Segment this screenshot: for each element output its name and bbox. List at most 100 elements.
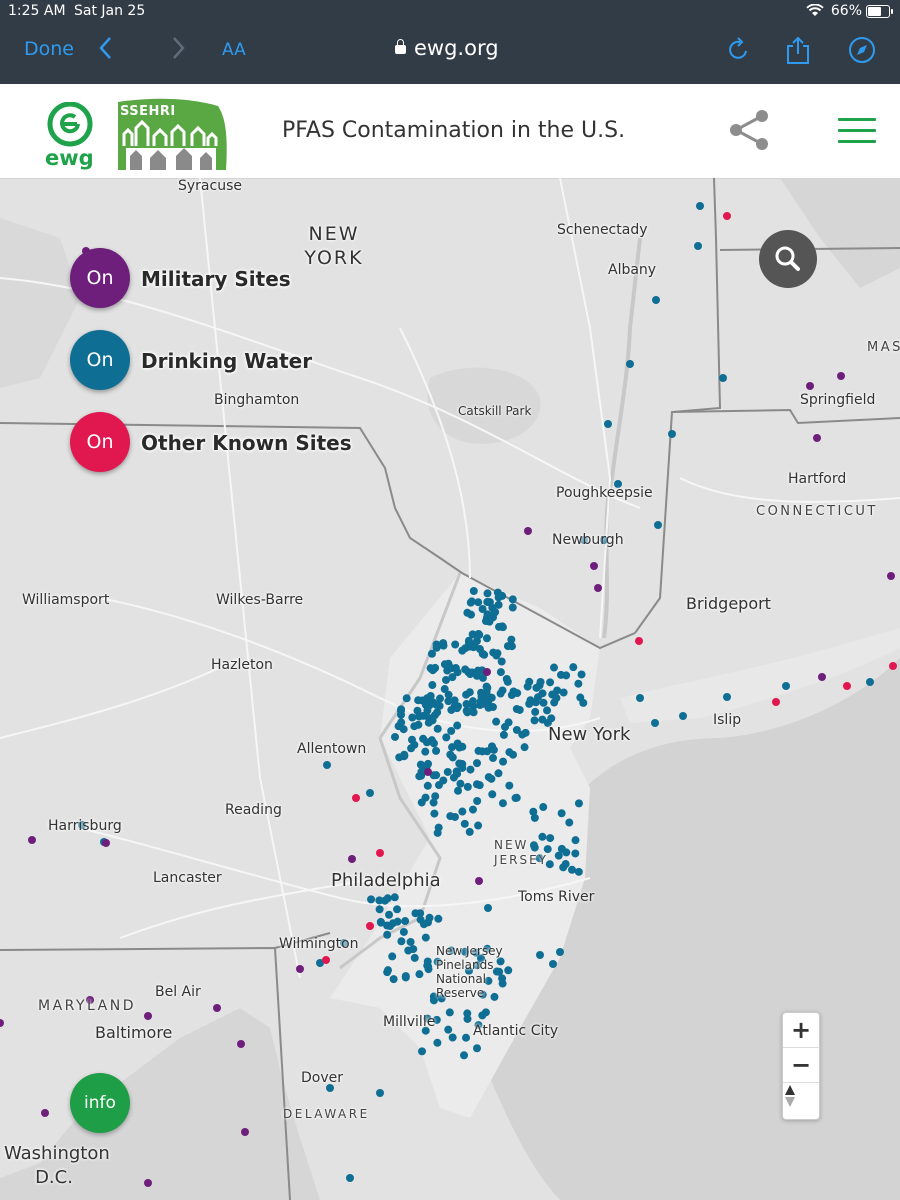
site-marker[interactable] [439, 639, 448, 648]
address-bar[interactable]: ewg.org [395, 36, 499, 60]
site-marker[interactable] [237, 1040, 245, 1048]
site-marker[interactable] [144, 1179, 152, 1187]
site-marker[interactable] [508, 595, 517, 604]
site-marker[interactable] [434, 823, 443, 832]
site-marker[interactable] [696, 202, 704, 210]
map-search-button[interactable] [759, 230, 817, 288]
site-marker[interactable] [554, 851, 563, 860]
site-marker[interactable] [569, 663, 578, 672]
site-marker[interactable] [401, 973, 410, 982]
zoom-in-button[interactable]: + [783, 1013, 819, 1048]
back-icon[interactable] [98, 36, 112, 66]
site-marker[interactable] [474, 598, 483, 607]
site-marker[interactable] [538, 715, 547, 724]
site-marker[interactable] [546, 678, 555, 687]
site-marker[interactable] [496, 668, 505, 677]
site-marker[interactable] [323, 761, 331, 769]
site-marker[interactable] [813, 434, 821, 442]
site-marker[interactable] [576, 693, 585, 702]
site-marker[interactable] [489, 754, 498, 763]
site-marker[interactable] [504, 718, 513, 727]
site-marker[interactable] [480, 650, 489, 659]
site-marker[interactable] [423, 781, 432, 790]
site-marker[interactable] [505, 748, 514, 757]
site-marker[interactable] [433, 724, 442, 733]
site-marker[interactable] [424, 768, 432, 776]
site-marker[interactable] [28, 836, 36, 844]
site-marker[interactable] [562, 671, 571, 680]
site-marker[interactable] [418, 1047, 427, 1056]
site-marker[interactable] [389, 975, 398, 984]
site-markers[interactable] [0, 178, 900, 1200]
site-marker[interactable] [636, 694, 644, 702]
site-marker[interactable] [352, 794, 360, 802]
site-marker[interactable] [472, 759, 481, 768]
site-marker[interactable] [41, 1109, 49, 1117]
site-marker[interactable] [414, 720, 423, 729]
site-marker[interactable] [383, 930, 392, 939]
site-marker[interactable] [432, 643, 441, 652]
site-marker[interactable] [866, 678, 874, 686]
share-icon[interactable] [728, 108, 772, 152]
site-marker[interactable] [499, 730, 508, 739]
site-marker[interactable] [723, 212, 731, 220]
site-marker[interactable] [423, 961, 432, 970]
site-marker[interactable] [626, 360, 634, 368]
site-marker[interactable] [391, 732, 400, 741]
site-marker[interactable] [434, 781, 443, 790]
site-marker[interactable] [213, 1004, 221, 1012]
site-marker[interactable] [590, 562, 598, 570]
site-marker[interactable] [635, 637, 643, 645]
reset-north-button[interactable] [783, 1083, 819, 1117]
site-marker[interactable] [421, 933, 430, 942]
site-marker[interactable] [539, 698, 548, 707]
site-marker[interactable] [407, 735, 416, 744]
site-marker[interactable] [448, 1033, 457, 1042]
site-marker[interactable] [408, 713, 417, 722]
site-marker[interactable] [520, 743, 529, 752]
site-marker[interactable] [654, 521, 662, 529]
site-marker[interactable] [399, 927, 408, 936]
site-marker[interactable] [410, 953, 419, 962]
site-marker[interactable] [417, 798, 426, 807]
site-marker[interactable] [409, 945, 418, 954]
site-marker[interactable] [574, 799, 583, 808]
site-marker[interactable] [430, 711, 439, 720]
site-marker[interactable] [461, 644, 470, 653]
site-marker[interactable] [492, 717, 501, 726]
site-marker[interactable] [543, 706, 552, 715]
site-marker[interactable] [474, 821, 483, 830]
site-marker[interactable] [465, 827, 474, 836]
site-marker[interactable] [559, 863, 568, 872]
other-sites-toggle[interactable]: On [70, 412, 130, 472]
site-marker[interactable] [559, 688, 568, 697]
site-marker[interactable] [535, 681, 544, 690]
site-marker[interactable] [484, 701, 493, 710]
site-marker[interactable] [469, 587, 478, 596]
site-marker[interactable] [397, 718, 406, 727]
site-marker[interactable] [531, 698, 540, 707]
site-marker[interactable] [450, 812, 459, 821]
site-marker[interactable] [375, 905, 384, 914]
site-marker[interactable] [497, 657, 506, 666]
site-marker[interactable] [547, 714, 556, 723]
site-marker[interactable] [241, 1128, 249, 1136]
site-marker[interactable] [475, 877, 483, 885]
site-marker[interactable] [421, 747, 430, 756]
site-marker[interactable] [483, 610, 492, 619]
site-marker[interactable] [574, 679, 583, 688]
site-marker[interactable] [694, 242, 702, 250]
reload-icon[interactable] [728, 36, 750, 66]
site-marker[interactable] [837, 372, 845, 380]
site-marker[interactable] [367, 895, 376, 904]
site-marker[interactable] [0, 1019, 4, 1027]
site-marker[interactable] [502, 675, 511, 684]
site-marker[interactable] [505, 781, 514, 790]
site-marker[interactable] [512, 725, 521, 734]
site-marker[interactable] [498, 591, 507, 600]
site-marker[interactable] [557, 809, 566, 818]
site-marker[interactable] [411, 909, 420, 918]
site-marker[interactable] [484, 598, 493, 607]
site-marker[interactable] [594, 584, 602, 592]
site-marker[interactable] [296, 965, 304, 973]
